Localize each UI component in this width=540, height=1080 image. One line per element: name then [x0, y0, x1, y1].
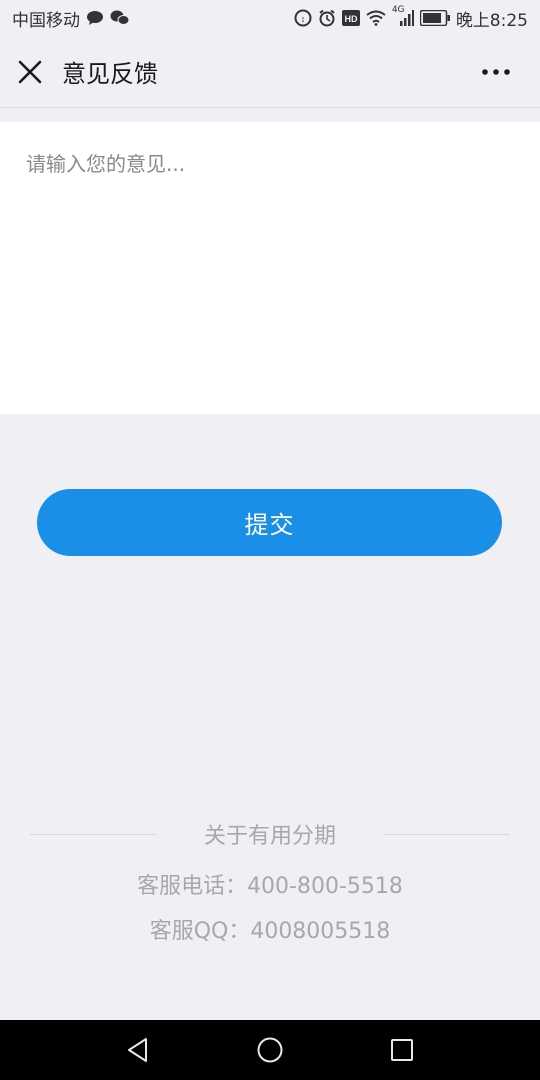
alarm-icon — [318, 9, 336, 27]
carrier-label: 中国移动 — [12, 10, 80, 31]
service-phone: 客服电话：400-800-5518 — [137, 874, 403, 899]
wifi-icon — [366, 10, 386, 26]
system-nav-bar — [0, 1020, 540, 1080]
signal-icon: 4G — [392, 5, 414, 27]
feedback-input[interactable] — [0, 122, 540, 414]
status-time: 晚上8:25 — [455, 10, 528, 31]
about-title: 关于有用分期 — [203, 824, 336, 849]
data-saver-icon: ↕ — [294, 9, 312, 27]
home-icon — [257, 1037, 283, 1063]
submit-button[interactable]: 提交 — [37, 489, 502, 556]
wechat-icon — [110, 10, 130, 26]
svg-text:HD: HD — [344, 14, 357, 24]
chat-bubble-icon — [86, 10, 104, 26]
hd-icon: HD — [341, 10, 360, 26]
home-button[interactable] — [250, 1030, 290, 1070]
status-bar: 中国移动 ↕ HD 4G 晚上8:25 — [0, 0, 540, 36]
title-bar: 意见反馈 — [0, 36, 540, 108]
more-button[interactable] — [476, 58, 516, 86]
recents-button[interactable] — [382, 1030, 422, 1070]
feedback-panel — [0, 122, 540, 414]
about-section: 关于有用分期 — [30, 816, 510, 852]
page-title: 意见反馈 — [62, 60, 158, 88]
battery-icon — [419, 10, 450, 26]
network-label: 4G — [391, 5, 405, 15]
recents-icon — [391, 1039, 413, 1061]
svg-text:↕: ↕ — [301, 14, 306, 24]
left-divider — [30, 833, 156, 835]
back-button[interactable] — [118, 1030, 158, 1070]
service-qq: 客服QQ：4008005518 — [149, 919, 391, 944]
right-divider — [383, 833, 510, 835]
status-right: ↕ HD 4G 晚上8:25 — [294, 5, 528, 31]
close-button[interactable] — [14, 56, 46, 88]
back-icon — [128, 1038, 147, 1062]
close-icon — [18, 60, 42, 84]
more-icon — [482, 69, 510, 75]
status-left: 中国移动 — [12, 6, 130, 31]
